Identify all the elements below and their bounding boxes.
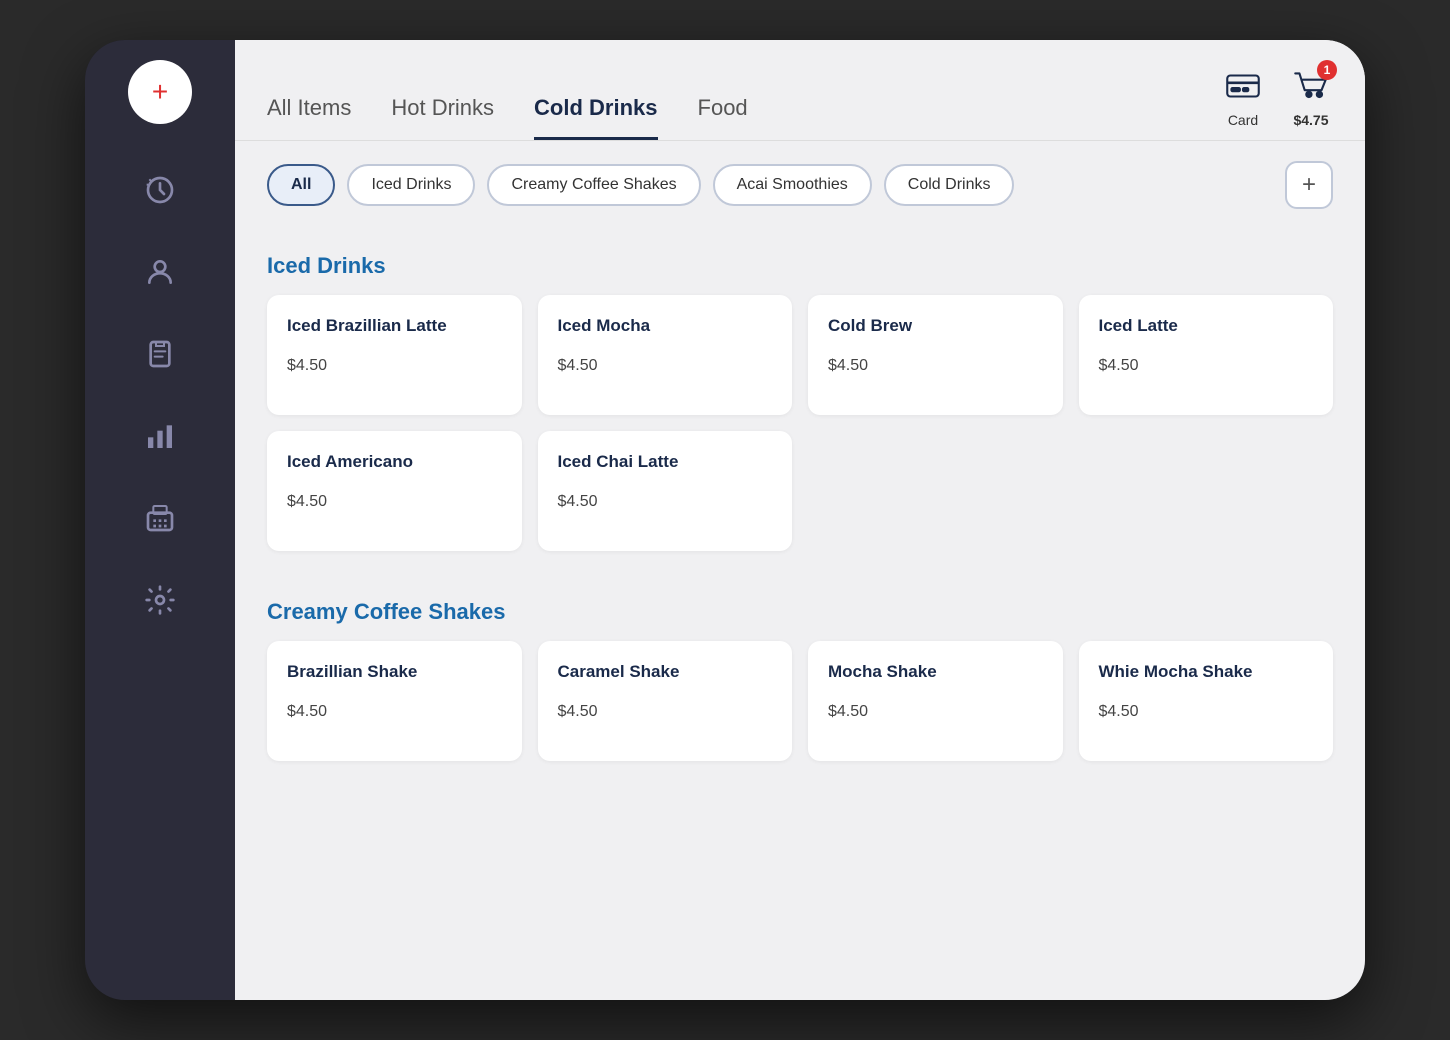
product-name: Mocha Shake (828, 661, 1043, 683)
product-price: $4.50 (287, 493, 502, 511)
product-name: Iced Mocha (558, 315, 773, 337)
filter-bar: All Iced Drinks Creamy Coffee Shakes Aca… (235, 141, 1365, 229)
product-price: $4.50 (287, 703, 502, 721)
product-card-mocha-shake[interactable]: Mocha Shake $4.50 (808, 641, 1063, 761)
product-card-brazillian-shake[interactable]: Brazillian Shake $4.50 (267, 641, 522, 761)
tablet-frame: + (85, 40, 1365, 1000)
nav-tabs: All Items Hot Drinks Cold Drinks Food (267, 95, 748, 140)
filter-add-button[interactable]: + (1285, 161, 1333, 209)
section-title-creamy-coffee-shakes: Creamy Coffee Shakes (267, 599, 1333, 625)
sidebar-item-settings[interactable] (128, 568, 192, 632)
product-name: Whie Mocha Shake (1099, 661, 1314, 683)
clock-icon (144, 174, 176, 206)
product-price: $4.50 (828, 357, 1043, 375)
product-card-iced-americano[interactable]: Iced Americano $4.50 (267, 431, 522, 551)
product-price: $4.50 (287, 357, 502, 375)
card-action[interactable]: Card (1221, 64, 1265, 128)
sidebar-item-reports[interactable] (128, 404, 192, 468)
product-card-iced-brazillian-latte[interactable]: Iced Brazillian Latte $4.50 (267, 295, 522, 415)
sidebar-add-button[interactable]: + (128, 60, 192, 124)
cart-price: $4.75 (1293, 112, 1328, 128)
product-price: $4.50 (558, 703, 773, 721)
card-label: Card (1228, 112, 1258, 128)
card-icon-wrap (1221, 64, 1265, 108)
filter-acai-smoothies[interactable]: Acai Smoothies (713, 164, 872, 206)
product-card-caramel-shake[interactable]: Caramel Shake $4.50 (538, 641, 793, 761)
product-price: $4.50 (828, 703, 1043, 721)
product-card-cold-brew[interactable]: Cold Brew $4.50 (808, 295, 1063, 415)
settings-icon (144, 584, 176, 616)
main-content: All Items Hot Drinks Cold Drinks Food (235, 40, 1365, 1000)
chart-icon (144, 420, 176, 452)
sidebar-item-user[interactable] (128, 240, 192, 304)
tab-all-items[interactable]: All Items (267, 95, 351, 140)
filter-cold-drinks[interactable]: Cold Drinks (884, 164, 1015, 206)
product-price: $4.50 (1099, 357, 1314, 375)
product-card-iced-mocha[interactable]: Iced Mocha $4.50 (538, 295, 793, 415)
section-title-iced-drinks: Iced Drinks (267, 253, 1333, 279)
filter-all[interactable]: All (267, 164, 335, 206)
product-price: $4.50 (558, 357, 773, 375)
user-icon (144, 256, 176, 288)
product-name: Iced Chai Latte (558, 451, 773, 473)
cart-icon-wrap: 1 (1289, 64, 1333, 108)
creamy-coffee-shakes-grid: Brazillian Shake $4.50 Caramel Shake $4.… (267, 641, 1333, 761)
tab-food[interactable]: Food (698, 95, 748, 140)
product-name: Iced Latte (1099, 315, 1314, 337)
top-nav-actions: Card 1 $4.75 (1221, 64, 1333, 140)
product-name: Cold Brew (828, 315, 1043, 337)
card-icon (1222, 65, 1264, 107)
product-card-white-mocha-shake[interactable]: Whie Mocha Shake $4.50 (1079, 641, 1334, 761)
top-nav: All Items Hot Drinks Cold Drinks Food (235, 40, 1365, 141)
iced-drinks-grid: Iced Brazillian Latte $4.50 Iced Mocha $… (267, 295, 1333, 551)
filter-iced-drinks[interactable]: Iced Drinks (347, 164, 475, 206)
tab-hot-drinks[interactable]: Hot Drinks (391, 95, 494, 140)
product-name: Caramel Shake (558, 661, 773, 683)
register-icon (144, 502, 176, 534)
filter-creamy-coffee-shakes[interactable]: Creamy Coffee Shakes (487, 164, 700, 206)
product-card-iced-chai-latte[interactable]: Iced Chai Latte $4.50 (538, 431, 793, 551)
clipboard-icon (144, 338, 176, 370)
content-area: Iced Drinks Iced Brazillian Latte $4.50 … (235, 229, 1365, 1000)
product-card-iced-latte[interactable]: Iced Latte $4.50 (1079, 295, 1334, 415)
cart-action[interactable]: 1 $4.75 (1289, 64, 1333, 128)
cart-badge: 1 (1317, 60, 1337, 80)
section-gap (267, 571, 1333, 591)
product-name: Brazillian Shake (287, 661, 502, 683)
sidebar-item-register[interactable] (128, 486, 192, 550)
product-name: Iced Americano (287, 451, 502, 473)
sidebar: + (85, 40, 235, 1000)
product-price: $4.50 (1099, 703, 1314, 721)
sidebar-item-recent[interactable] (128, 158, 192, 222)
sidebar-item-orders[interactable] (128, 322, 192, 386)
tab-cold-drinks[interactable]: Cold Drinks (534, 95, 657, 140)
product-name: Iced Brazillian Latte (287, 315, 502, 337)
product-price: $4.50 (558, 493, 773, 511)
